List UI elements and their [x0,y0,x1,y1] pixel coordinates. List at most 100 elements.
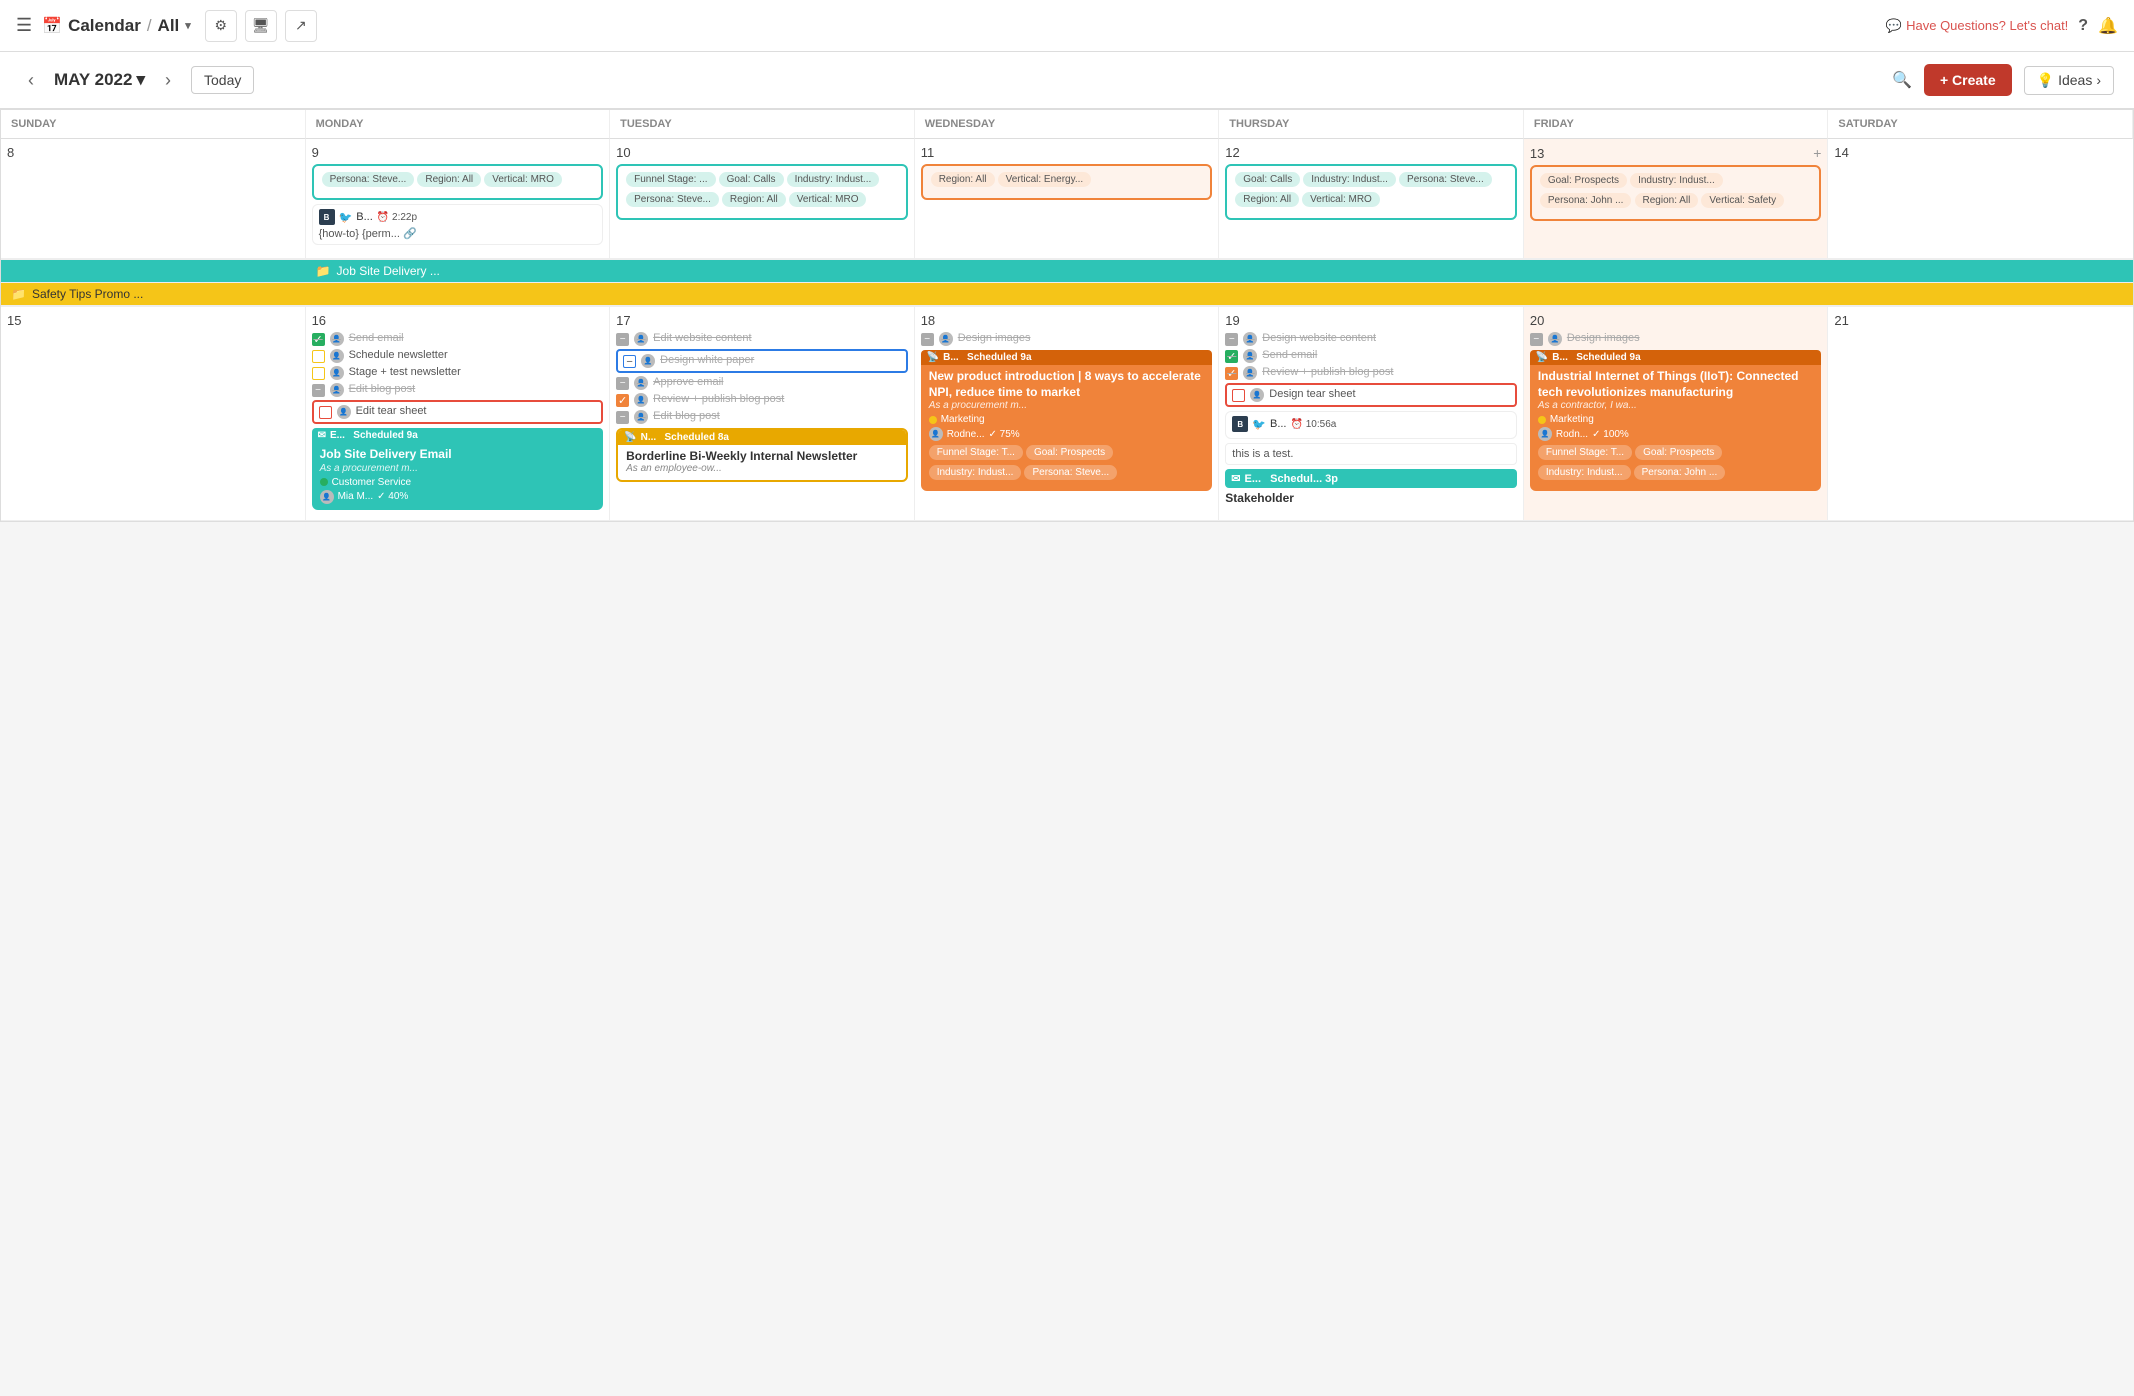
tag-goal-prospects: Goal: Prospects [1540,173,1627,188]
task-schedule-newsletter[interactable]: 👤 Schedule newsletter [312,349,604,363]
checkbox-design-website-19[interactable]: − [1225,333,1238,346]
event-card-tue10-1[interactable]: Funnel Stage: ... Goal: Calls Industry: … [616,164,908,220]
task-edit-website[interactable]: − 👤 Edit website content [616,332,908,346]
checkbox-send-email[interactable]: ✓ [312,333,325,346]
next-month-button[interactable]: › [157,66,179,95]
avatar-send-email: 👤 [330,332,344,346]
day-number-17: 17 [616,313,908,328]
tag-persona: Persona: Steve... [322,172,415,187]
checkbox-review-blog[interactable]: ✓ [616,394,629,407]
jobsite-email-progress: 👤 Mia M... ✓ 40% [320,490,596,504]
filter-button[interactable]: ⚙ [205,10,237,42]
checkbox-edit-website[interactable]: − [616,333,629,346]
checkbox-stage-test[interactable] [312,367,325,380]
task-stage-test[interactable]: 👤 Stage + test newsletter [312,366,604,380]
task-design-images-20-label: Design images [1567,332,1640,344]
event-card-thu12-1[interactable]: Goal: Calls Industry: Indust... Persona:… [1225,164,1517,220]
iiot-tags: Funnel Stage: T... Goal: Prospects Indus… [1538,445,1814,485]
nav-separator: / [147,16,152,36]
today-button[interactable]: Today [191,66,254,94]
prev-month-button[interactable]: ‹ [20,66,42,95]
task-design-tearsheet[interactable]: 👤 Design tear sheet [1225,383,1517,407]
task-review-blog-label: Review + publish blog post [653,393,784,405]
tag-industry-fri: Industry: Indust... [1630,173,1723,188]
checkbox-design-tearsheet[interactable] [1232,389,1245,402]
avatar-review-blog-19: 👤 [1243,366,1257,380]
stakeholder-badge[interactable]: ✉ E... Schedul... 3p [1225,469,1517,488]
tw-icon-19: 🐦 [1252,418,1266,431]
day-19: 19 − 👤 Design website content ✓ 👤 Send e… [1219,307,1524,521]
scheduled-badge-iiot: 📡 B... Scheduled 9a [1530,350,1822,365]
display-button[interactable]: 🖥 [245,10,277,42]
event-card-npi[interactable]: 📡 B... Scheduled 9a New product introduc… [921,350,1213,491]
dot-yellow-npi [929,416,937,424]
mia-name: Mia M... [338,491,374,502]
npi-subtitle: As a procurement m... [929,400,1205,411]
event-card-iiot[interactable]: 📡 B... Scheduled 9a Industrial Internet … [1530,350,1822,491]
day-number-12: 12 [1225,145,1517,160]
task-design-images[interactable]: − 👤 Design images [921,332,1213,346]
avatar-design-website-19: 👤 [1243,332,1257,346]
span-event-safety[interactable]: 📁 Safety Tips Promo ... [1,283,2133,305]
search-button[interactable]: 🔍 [1892,70,1912,90]
task-edit-tearsheet[interactable]: 👤 Edit tear sheet [312,400,604,424]
task-review-blog[interactable]: ✓ 👤 Review + publish blog post [616,393,908,407]
event-card-mon9-1[interactable]: Persona: Steve... Region: All Vertical: … [312,164,604,200]
tag-industry-iiot: Industry: Indust... [1538,465,1631,480]
task-stage-test-label: Stage + test newsletter [349,366,461,378]
event-card-jobsite-email[interactable]: ✉ E... Scheduled 9a Job Site Delivery Em… [312,428,604,510]
task-approve-email[interactable]: − 👤 Approve email [616,376,908,390]
checkbox-approve-email[interactable]: − [616,377,629,390]
task-send-email-19[interactable]: ✓ 👤 Send email [1225,349,1517,363]
task-send-email[interactable]: ✓ 👤 Send email [312,332,604,346]
span-event-jobsite[interactable]: 📁 Job Site Delivery ... [306,260,2133,282]
checkbox-edit-tearsheet[interactable] [319,406,332,419]
checkbox-schedule-newsletter[interactable] [312,350,325,363]
event-card-fri13-1[interactable]: Goal: Prospects Industry: Indust... Pers… [1530,165,1822,221]
tag-region-fri: Region: All [1635,193,1699,208]
notification-bell[interactable]: 🔔 [2098,16,2118,36]
ideas-button[interactable]: 💡 Ideas › [2024,66,2114,95]
task-design-website-19[interactable]: − 👤 Design website content [1225,332,1517,346]
task-design-white[interactable]: − 👤 Design white paper [616,349,908,373]
scheduled-badge-email: ✉ E... Scheduled 9a [312,428,604,443]
task-review-blog-19[interactable]: ✓ 👤 Review + publish blog post [1225,366,1517,380]
tag-vertical-thu: Vertical: MRO [1302,192,1380,207]
event-card-wed11-1[interactable]: Region: All Vertical: Energy... [921,164,1213,200]
checkbox-send-email-19[interactable]: ✓ [1225,350,1238,363]
jobsite-email-dept: Customer Service [332,477,411,488]
share-button[interactable]: ↗ [285,10,317,42]
checkbox-design-white[interactable]: − [623,355,636,368]
month-title[interactable]: MAY 2022 ▾ [54,70,145,90]
event-card-mon9-2[interactable]: B 🐦 B... ⏰ 2:22p {how-to} {perm... 🔗 [312,204,604,245]
folder-icon: 📁 [316,264,331,278]
avatar-design-images: 👤 [939,332,953,346]
rodne-iiot-progress: ✓ 100% [1592,429,1629,440]
task-design-images-20[interactable]: − 👤 Design images [1530,332,1822,346]
avatar-design-white: 👤 [641,354,655,368]
day-number-11: 11 [921,145,1213,160]
day-header-sun: SUNDAY [1,110,306,139]
day-number-19: 19 [1225,313,1517,328]
chat-link[interactable]: 💬 Have Questions? Let's chat! [1886,18,2068,34]
checkbox-design-images-20[interactable]: − [1530,333,1543,346]
hamburger-menu[interactable]: ☰ [16,15,32,36]
checkbox-edit-blog-2[interactable]: − [616,411,629,424]
create-button[interactable]: + Create [1924,64,2012,96]
add-event-fri13[interactable]: + [1813,145,1821,161]
day-21: 21 [1828,307,2133,521]
chevron-down-icon[interactable]: ▾ [185,19,191,32]
day-11: 11 Region: All Vertical: Energy... [915,139,1220,259]
checkbox-edit-blog[interactable]: − [312,384,325,397]
npi-title: New product introduction | 8 ways to acc… [929,369,1205,400]
checkbox-design-images[interactable]: − [921,333,934,346]
checkbox-review-blog-19[interactable]: ✓ [1225,367,1238,380]
help-button[interactable]: ? [2078,17,2088,35]
nav-view[interactable]: All [158,16,180,36]
task-edit-blog-2[interactable]: − 👤 Edit blog post [616,410,908,424]
day-number-10: 10 [616,145,908,160]
event-card-blog-19[interactable]: B 🐦 B... ⏰ 10:56a [1225,411,1517,439]
day-header-fri: FRIDAY [1524,110,1829,139]
event-card-newsletter[interactable]: 📡 N... Scheduled 8a Borderline Bi-Weekly… [616,428,908,482]
task-edit-blog[interactable]: − 👤 Edit blog post [312,383,604,397]
